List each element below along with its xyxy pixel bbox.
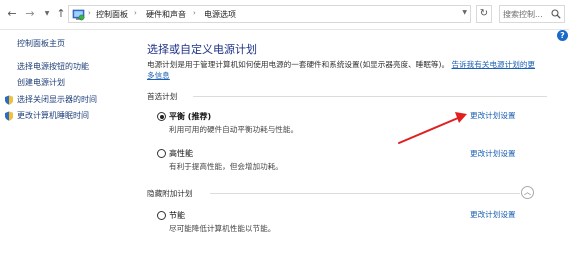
breadcrumb-power-options[interactable]: 电源选项 xyxy=(204,9,236,20)
breadcrumb-separator: › xyxy=(88,9,91,17)
control-panel-icon xyxy=(72,9,85,21)
radio-power-saver[interactable] xyxy=(157,211,166,220)
search-box[interactable] xyxy=(499,5,565,23)
shield-icon xyxy=(5,111,13,121)
page-title: 选择或自定义电源计划 xyxy=(147,43,257,56)
sidebar-item-create-plan[interactable]: 创建电源计划 xyxy=(17,77,65,88)
shield-icon xyxy=(5,95,13,105)
breadcrumb-control-panel[interactable]: 控制面板 xyxy=(96,9,128,20)
description-text: 电源计划是用于管理计算机如何使用电源的一套硬件和系统设置(如显示器亮度、睡眠等)… xyxy=(147,60,450,69)
plan-name-high-performance[interactable]: 高性能 xyxy=(169,148,193,159)
plan-description-high-performance: 有利于提高性能，但会增加功耗。 xyxy=(169,162,283,171)
divider xyxy=(193,96,547,97)
chevron-down-icon[interactable]: ▼ xyxy=(41,8,53,20)
change-plan-settings-link-balanced[interactable]: 更改计划设置 xyxy=(470,110,516,121)
arrow-up-icon[interactable]: ↑ xyxy=(55,8,67,20)
arrow-right-icon[interactable]: → xyxy=(24,8,36,20)
plan-description-balanced: 利用可用的硬件自动平衡功耗与性能。 xyxy=(169,125,299,134)
refresh-icon[interactable]: ↻ xyxy=(476,5,492,23)
address-dropdown-icon[interactable]: ▼ xyxy=(462,9,467,16)
breadcrumb-separator: › xyxy=(193,9,196,17)
address-bar: ← → ▼ ↑ › 控制面板 › 硬件和声音 › 电源选项 ▼ ↻ xyxy=(0,0,569,30)
divider xyxy=(210,193,520,194)
breadcrumb[interactable]: › 控制面板 › 硬件和声音 › 电源选项 ▼ xyxy=(68,5,471,23)
control-panel-home-link[interactable]: 控制面板主页 xyxy=(17,38,65,49)
radio-balanced[interactable] xyxy=(157,112,166,121)
plan-name-power-saver[interactable]: 节能 xyxy=(169,210,185,221)
search-input[interactable] xyxy=(503,8,551,20)
search-icon[interactable] xyxy=(551,9,561,19)
preferred-plans-label: 首选计划 xyxy=(147,92,178,101)
page-description: 电源计划是用于管理计算机如何使用电源的一套硬件和系统设置(如显示器亮度、睡眠等)… xyxy=(147,59,542,81)
plan-name-balanced[interactable]: 平衡 (推荐) xyxy=(169,111,211,122)
help-icon[interactable]: ? xyxy=(557,30,568,41)
arrow-left-icon[interactable]: ← xyxy=(6,8,18,20)
plan-description-power-saver: 尽可能降低计算机性能以节能。 xyxy=(169,224,276,233)
sidebar-item-sleep-time[interactable]: 更改计算机睡眠时间 xyxy=(17,110,89,121)
hidden-plans-label: 隐藏附加计划 xyxy=(147,189,193,198)
sidebar-item-power-button[interactable]: 选择电源按钮的功能 xyxy=(17,61,89,72)
radio-high-performance[interactable] xyxy=(157,149,166,158)
breadcrumb-separator: › xyxy=(134,9,137,17)
chevron-up-icon[interactable]: ︿ xyxy=(521,186,534,199)
breadcrumb-hardware-sound[interactable]: 硬件和声音 xyxy=(146,9,186,20)
left-pane: 控制面板主页 选择电源按钮的功能 创建电源计划 选择关闭显示器的时间 更改计算机… xyxy=(0,30,130,264)
sidebar-item-display-off[interactable]: 选择关闭显示器的时间 xyxy=(17,94,97,105)
change-plan-settings-link-power-saver[interactable]: 更改计划设置 xyxy=(470,209,516,220)
change-plan-settings-link-high-performance[interactable]: 更改计划设置 xyxy=(470,148,516,159)
